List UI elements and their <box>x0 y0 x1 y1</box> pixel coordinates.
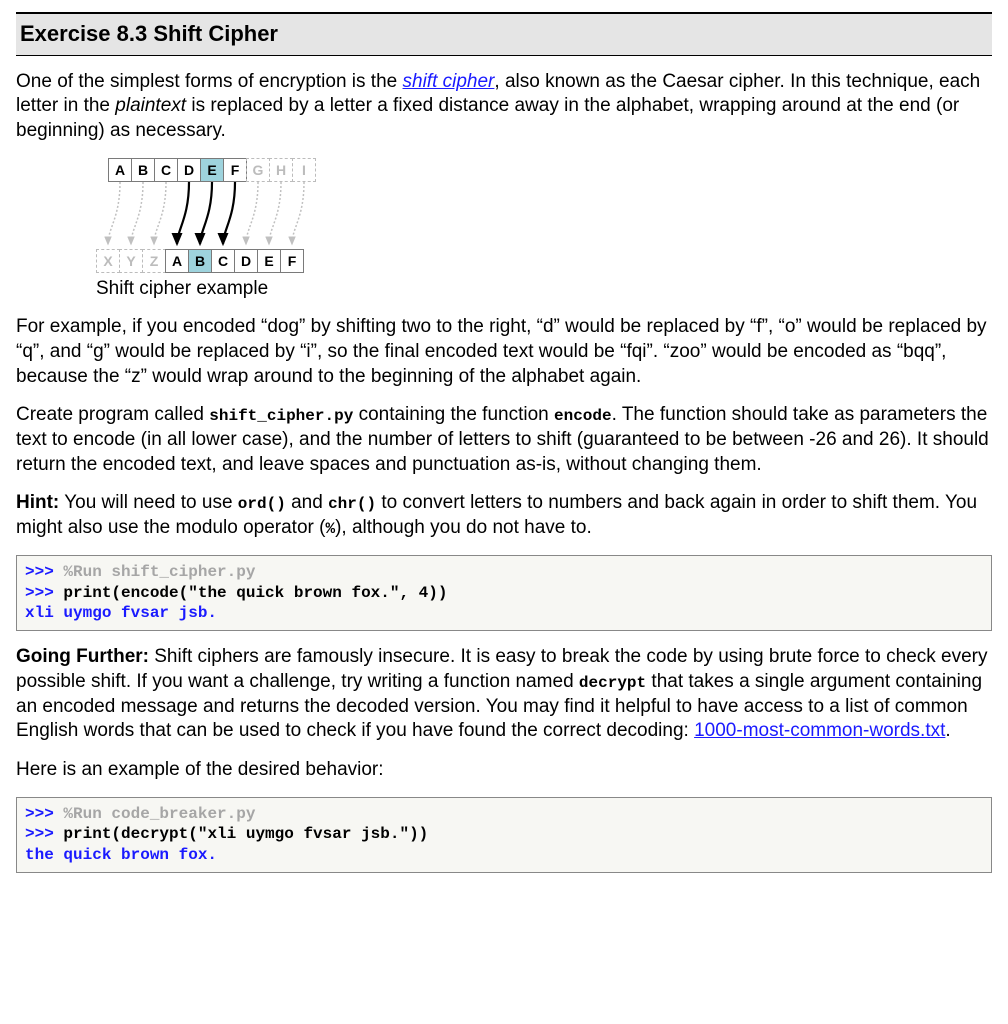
example-paragraph: For example, if you encoded “dog” by shi… <box>16 315 992 389</box>
run-line: %Run shift_cipher.py <box>54 563 256 581</box>
exercise-title: Exercise 8.3 Shift Cipher <box>16 12 992 56</box>
prompt: >>> <box>25 805 54 823</box>
cell: D <box>234 249 258 273</box>
cell: Z <box>142 249 166 273</box>
cell: D <box>177 158 201 182</box>
text: ), although you do not have to. <box>335 517 592 538</box>
decrypt-func: decrypt <box>579 674 646 692</box>
figure-bottom-row: X Y Z A B C D E F <box>96 249 303 273</box>
cell: I <box>292 158 316 182</box>
text: and <box>286 492 328 513</box>
shift-cipher-figure: A B C D E F G H I <box>96 158 396 302</box>
cell: B <box>188 249 212 273</box>
cell: G <box>246 158 270 182</box>
mod-op: % <box>325 520 335 538</box>
cell: X <box>96 249 120 273</box>
filename: shift_cipher.py <box>209 407 353 425</box>
output-line: the quick brown fox. <box>25 846 217 864</box>
chr-func: chr() <box>328 495 376 513</box>
cell: E <box>257 249 281 273</box>
cell: Y <box>119 249 143 273</box>
code-example-1: >>> %Run shift_cipher.py >>> print(encod… <box>16 555 992 631</box>
going-further-paragraph: Going Further: Shift ciphers are famousl… <box>16 645 992 744</box>
prompt: >>> <box>25 563 54 581</box>
hint-paragraph: Hint: You will need to use ord() and chr… <box>16 491 992 540</box>
shift-cipher-link[interactable]: shift cipher <box>403 71 495 92</box>
text: One of the simplest forms of encryption … <box>16 71 403 92</box>
going-further-label: Going Further: <box>16 646 149 667</box>
figure-caption: Shift cipher example <box>96 277 396 302</box>
output-line: xli uymgo fvsar jsb. <box>25 604 217 622</box>
cell: C <box>154 158 178 182</box>
code-line: print(encode("the quick brown fox.", 4)) <box>54 584 448 602</box>
example-label: Here is an example of the desired behavi… <box>16 758 992 783</box>
cell: H <box>269 158 293 182</box>
text: You will need to use <box>59 492 238 513</box>
hint-label: Hint: <box>16 492 59 513</box>
ord-func: ord() <box>238 495 286 513</box>
cell: F <box>280 249 304 273</box>
wordlist-link[interactable]: 1000-most-common-words.txt <box>694 720 945 741</box>
code-line: print(decrypt("xli uymgo fvsar jsb.")) <box>54 825 428 843</box>
cell: F <box>223 158 247 182</box>
intro-paragraph: One of the simplest forms of encryption … <box>16 70 992 144</box>
text: . <box>945 720 950 741</box>
function-name: encode <box>554 407 612 425</box>
cell: E <box>200 158 224 182</box>
text: Create program called <box>16 404 209 425</box>
cell: B <box>131 158 155 182</box>
text: containing the function <box>353 404 554 425</box>
cell: A <box>108 158 132 182</box>
prompt: >>> <box>25 825 54 843</box>
prompt: >>> <box>25 584 54 602</box>
cell: A <box>165 249 189 273</box>
run-line: %Run code_breaker.py <box>54 805 256 823</box>
code-example-2: >>> %Run code_breaker.py >>> print(decry… <box>16 797 992 873</box>
plaintext-term: plaintext <box>115 95 186 116</box>
figure-top-row: A B C D E F G H I <box>108 158 315 182</box>
cell: C <box>211 249 235 273</box>
task-paragraph: Create program called shift_cipher.py co… <box>16 403 992 477</box>
